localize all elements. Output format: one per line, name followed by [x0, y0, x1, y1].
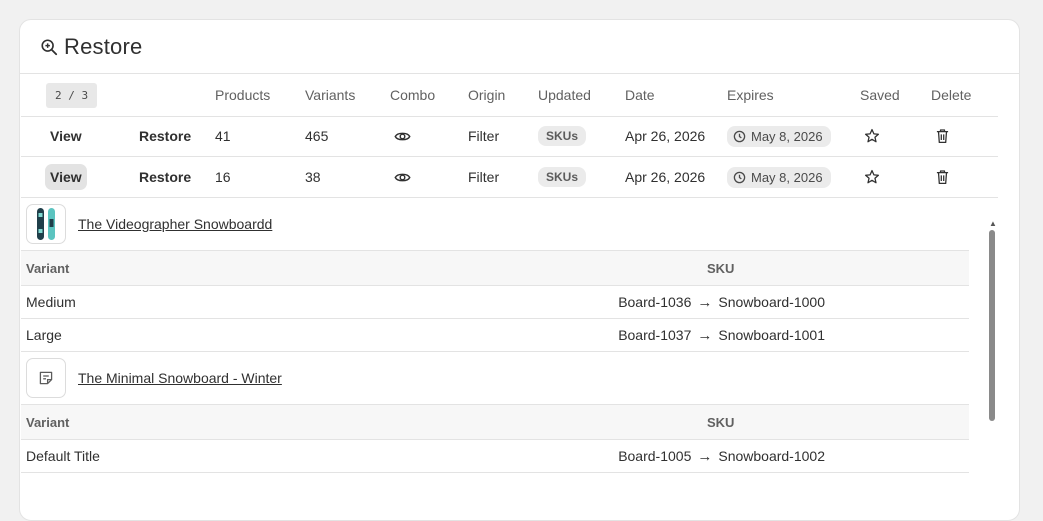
sku-column-header: SKU	[707, 260, 735, 276]
sku-from: Board-1005	[618, 448, 692, 464]
star-icon[interactable]	[864, 116, 880, 156]
combo-eye-icon[interactable]	[394, 116, 411, 156]
col-saved: Saved	[860, 87, 900, 103]
col-delete: Delete	[931, 87, 972, 103]
variant-table-header: Variant SKU	[21, 405, 969, 440]
star-icon[interactable]	[864, 157, 880, 197]
variants-count: 465	[305, 128, 329, 144]
arrow-right-icon: →	[697, 447, 713, 465]
expires-value: May 8, 2026	[751, 169, 823, 185]
col-variants: Variants	[305, 87, 356, 103]
products-count: 16	[215, 169, 231, 185]
variant-name: Large	[26, 327, 62, 343]
view-button[interactable]: View	[45, 164, 87, 190]
arrow-right-icon: →	[697, 326, 713, 344]
expires-value: May 8, 2026	[751, 128, 823, 144]
variants-count: 38	[305, 169, 321, 185]
expires-badge: May 8, 2026	[727, 125, 831, 147]
updated-badge: SKUs	[538, 167, 587, 187]
pagination-indicator[interactable]: 2 / 3	[46, 82, 98, 108]
updated-badge: SKUs	[538, 126, 587, 146]
trash-icon[interactable]	[935, 157, 950, 197]
col-origin: Origin	[468, 87, 506, 103]
product-link[interactable]: The Minimal Snowboard - Winter	[78, 352, 282, 404]
product-thumbnail	[26, 358, 66, 398]
variant-table-header: Variant SKU	[21, 251, 969, 286]
trash-icon[interactable]	[935, 116, 950, 156]
sku-from: Board-1036	[618, 294, 692, 310]
arrow-right-icon: →	[697, 293, 713, 311]
restore-button[interactable]: Restore	[139, 157, 191, 197]
col-expires: Expires	[727, 87, 774, 103]
sku-change: Board-1005 → Snowboard-1002	[618, 440, 825, 472]
variant-column-header: Variant	[26, 414, 70, 430]
table-row: View Restore 41 465 Filter SKUs Apr 26, …	[21, 116, 998, 157]
variant-name: Medium	[26, 294, 76, 310]
sku-to: Snowboard-1001	[718, 327, 825, 343]
col-updated: Updated	[538, 87, 591, 103]
product-row: The Videographer Snowboardd	[21, 198, 969, 251]
variant-name: Default Title	[26, 448, 100, 464]
card-header: Restore	[20, 20, 1019, 74]
scrollbar-thumb[interactable]	[989, 230, 995, 421]
sku-from: Board-1037	[618, 327, 692, 343]
sku-to: Snowboard-1002	[718, 448, 825, 464]
product-row: The Minimal Snowboard - Winter	[21, 352, 969, 405]
variant-column-header: Variant	[26, 260, 70, 276]
date-value: Apr 26, 2026	[625, 128, 706, 144]
variant-row: Large Board-1037 → Snowboard-1001	[21, 319, 969, 352]
sku-change: Board-1036 → Snowboard-1000	[618, 286, 825, 318]
product-link[interactable]: The Videographer Snowboardd	[78, 198, 272, 250]
origin-value: Filter	[468, 128, 500, 144]
date-value: Apr 26, 2026	[625, 169, 706, 185]
table-header: 2 / 3 Products Variants Combo Origin Upd…	[21, 74, 998, 117]
clock-icon	[733, 171, 746, 183]
clock-icon	[733, 130, 746, 142]
expanded-detail-panel: The Videographer Snowboardd Variant SKU …	[21, 198, 989, 497]
snowboard-image-icon	[37, 208, 55, 240]
sku-to: Snowboard-1000	[718, 294, 825, 310]
sku-column-header: SKU	[707, 414, 735, 430]
variant-row: Default Title Board-1005 → Snowboard-100…	[21, 440, 969, 473]
scroll-up-arrow-icon[interactable]: ▲	[989, 219, 997, 228]
col-date: Date	[625, 87, 655, 103]
products-count: 41	[215, 128, 231, 144]
search-zoom-icon	[41, 38, 58, 55]
note-placeholder-icon	[39, 371, 53, 385]
product-thumbnail	[26, 204, 66, 244]
sku-change: Board-1037 → Snowboard-1001	[618, 319, 825, 351]
table-row: View Restore 16 38 Filter SKUs Apr 26, 2…	[21, 157, 998, 198]
combo-eye-icon[interactable]	[394, 157, 411, 197]
variant-row: Medium Board-1036 → Snowboard-1000	[21, 286, 969, 319]
expires-badge: May 8, 2026	[727, 166, 831, 188]
view-button[interactable]: View	[45, 123, 87, 149]
restore-button[interactable]: Restore	[139, 116, 191, 156]
col-products: Products	[215, 87, 271, 103]
origin-value: Filter	[468, 169, 500, 185]
page-title: Restore	[64, 33, 143, 59]
col-combo: Combo	[390, 87, 436, 103]
